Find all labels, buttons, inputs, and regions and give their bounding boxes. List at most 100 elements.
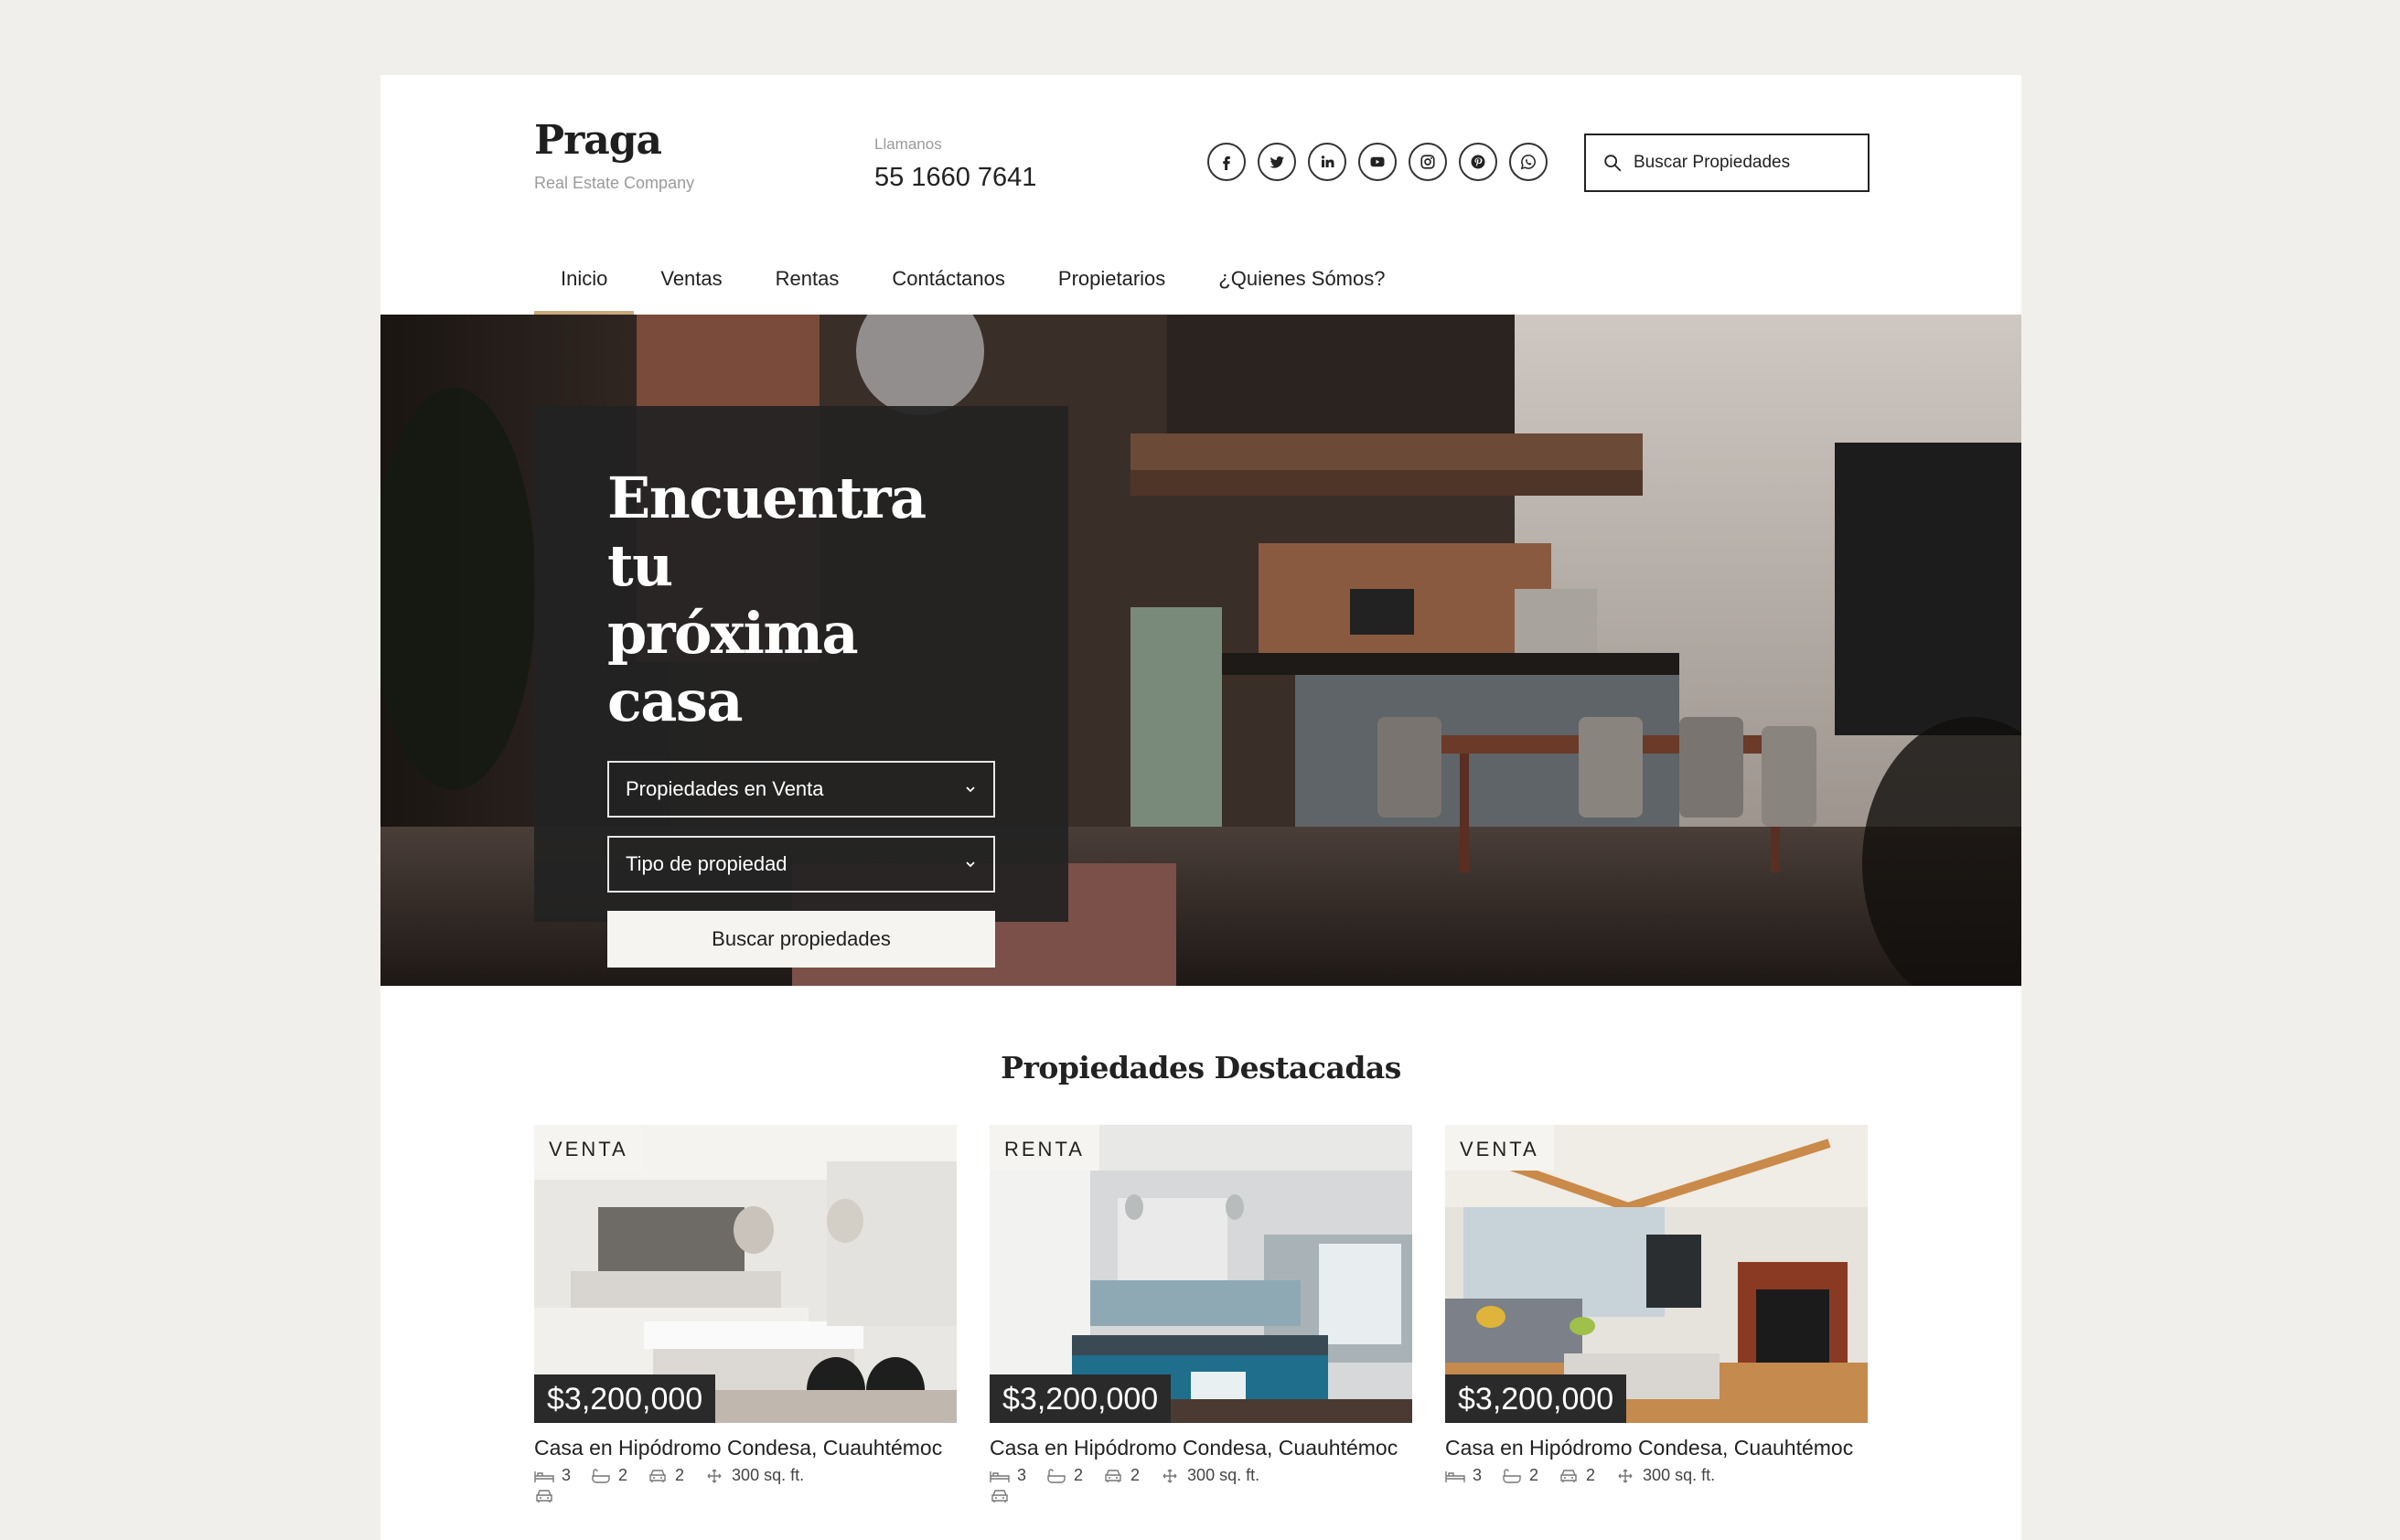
area-value: 300 sq. ft. bbox=[1643, 1466, 1716, 1484]
instagram-link[interactable] bbox=[1409, 143, 1447, 181]
extra-parking-feature bbox=[534, 1489, 554, 1503]
baths-feature: 2 bbox=[591, 1466, 627, 1485]
baths-feature: 2 bbox=[1046, 1466, 1083, 1485]
area-icon bbox=[1162, 1469, 1177, 1482]
area-feature: 300 sq. ft. bbox=[704, 1466, 804, 1485]
car-icon bbox=[536, 1490, 552, 1503]
linkedin-link[interactable] bbox=[1308, 143, 1346, 181]
property-title[interactable]: Casa en Hipódromo Condesa, Cuauhtémoc bbox=[534, 1436, 957, 1460]
property-features: 3 2 2 300 sq. ft. bbox=[990, 1466, 1301, 1503]
facebook-link[interactable] bbox=[1207, 143, 1246, 181]
beds-count: 3 bbox=[1473, 1466, 1483, 1484]
property-image[interactable]: VENTA $3,200,000 bbox=[534, 1125, 957, 1423]
listing-type-badge: VENTA bbox=[1445, 1125, 1554, 1171]
nav-item-contactanos[interactable]: Contáctanos bbox=[865, 256, 1032, 315]
contact-block: Llamanos 55 1660 7641 bbox=[874, 135, 1036, 193]
twitter-link[interactable] bbox=[1258, 143, 1296, 181]
whatsapp-link[interactable] bbox=[1509, 143, 1548, 181]
social-links bbox=[1207, 143, 1548, 181]
facebook-icon bbox=[1223, 156, 1230, 170]
property-title[interactable]: Casa en Hipódromo Condesa, Cuauhtémoc bbox=[990, 1436, 1412, 1460]
property-card[interactable]: VENTA $3,200,000 Casa en Hipódromo Conde… bbox=[1445, 1125, 1868, 1485]
car-icon bbox=[991, 1490, 1008, 1503]
linkedin-icon bbox=[1321, 155, 1334, 167]
parking-count: 2 bbox=[1130, 1466, 1141, 1484]
beds-count: 3 bbox=[562, 1466, 572, 1484]
property-title[interactable]: Casa en Hipódromo Condesa, Cuauhtémoc bbox=[1445, 1436, 1868, 1460]
property-card[interactable]: VENTA $3,200,000 Casa en Hipódromo Conde… bbox=[534, 1125, 957, 1503]
twitter-icon bbox=[1270, 156, 1284, 168]
extra-parking-feature bbox=[990, 1489, 1010, 1503]
chevron-down-icon bbox=[966, 786, 975, 793]
property-image[interactable]: VENTA $3,200,000 bbox=[1445, 1125, 1868, 1423]
bed-icon bbox=[1445, 1470, 1465, 1482]
contact-label: Llamanos bbox=[874, 135, 942, 153]
car-icon bbox=[1105, 1469, 1121, 1482]
listing-type-badge: RENTA bbox=[990, 1125, 1099, 1171]
operation-select-value: Propiedades en Venta bbox=[626, 777, 824, 800]
bath-icon bbox=[1047, 1468, 1066, 1483]
beds-feature: 3 bbox=[990, 1466, 1026, 1485]
property-price: $3,200,000 bbox=[990, 1374, 1172, 1423]
logo-name: Praga bbox=[534, 117, 662, 164]
logo-tagline: Real Estate Company bbox=[534, 174, 695, 192]
pinterest-icon bbox=[1471, 155, 1485, 169]
bed-icon bbox=[990, 1470, 1010, 1482]
search-icon bbox=[1604, 155, 1622, 172]
parking-feature: 2 bbox=[648, 1466, 684, 1485]
baths-count: 2 bbox=[1529, 1466, 1539, 1484]
baths-feature: 2 bbox=[1502, 1466, 1538, 1485]
property-card[interactable]: RENTA $3,200,000 Casa en Hipódromo Conde… bbox=[990, 1125, 1412, 1503]
hero-title-line-2: próxima casa bbox=[607, 600, 859, 734]
area-value: 300 sq. ft. bbox=[1187, 1466, 1260, 1484]
area-feature: 300 sq. ft. bbox=[1160, 1466, 1259, 1485]
area-icon bbox=[707, 1469, 722, 1482]
nav-item-ventas[interactable]: Ventas bbox=[634, 256, 748, 315]
logo[interactable]: Praga Real Estate Company bbox=[534, 121, 694, 193]
car-icon bbox=[1560, 1469, 1577, 1482]
property-type-select[interactable]: Tipo de propiedad bbox=[607, 836, 995, 893]
parking-feature: 2 bbox=[1103, 1466, 1140, 1485]
listing-type-badge: VENTA bbox=[534, 1125, 643, 1171]
youtube-link[interactable] bbox=[1358, 143, 1397, 181]
property-features: 3 2 2 300 sq. ft. bbox=[1445, 1466, 1756, 1485]
parking-feature: 2 bbox=[1559, 1466, 1595, 1485]
nav-item-inicio[interactable]: Inicio bbox=[534, 256, 635, 315]
beds-feature: 3 bbox=[1445, 1466, 1482, 1485]
property-price: $3,200,000 bbox=[1445, 1374, 1627, 1423]
car-icon bbox=[649, 1469, 666, 1482]
property-features: 3 2 2 300 sq. ft. bbox=[534, 1466, 845, 1503]
bath-icon bbox=[592, 1468, 610, 1483]
youtube-icon bbox=[1370, 156, 1385, 167]
whatsapp-icon bbox=[1520, 155, 1536, 170]
search-input[interactable] bbox=[1634, 153, 1862, 173]
bath-icon bbox=[1503, 1468, 1521, 1483]
page-container: Praga Real Estate Company Llamanos 55 16… bbox=[380, 75, 2021, 1540]
baths-count: 2 bbox=[1074, 1466, 1084, 1484]
property-price: $3,200,000 bbox=[534, 1374, 716, 1423]
parking-count: 2 bbox=[1586, 1466, 1596, 1484]
main-nav: Inicio Ventas Rentas Contáctanos Propiet… bbox=[534, 256, 1411, 315]
property-image[interactable]: RENTA $3,200,000 bbox=[990, 1125, 1412, 1423]
pinterest-link[interactable] bbox=[1459, 143, 1497, 181]
nav-item-rentas[interactable]: Rentas bbox=[749, 256, 866, 315]
nav-item-quienes-somos[interactable]: ¿Quienes Sómos? bbox=[1192, 256, 1411, 315]
area-icon bbox=[1618, 1469, 1633, 1482]
hero-search-card: Encuentra tu próxima casa Propiedades en… bbox=[534, 406, 1068, 968]
hero-banner: Encuentra tu próxima casa Propiedades en… bbox=[380, 315, 2021, 986]
beds-feature: 3 bbox=[534, 1466, 571, 1485]
search-properties-button[interactable]: Buscar propiedades bbox=[607, 911, 995, 968]
search-box[interactable] bbox=[1584, 134, 1870, 192]
baths-count: 2 bbox=[618, 1466, 628, 1484]
nav-item-propietarios[interactable]: Propietarios bbox=[1032, 256, 1192, 315]
property-type-select-value: Tipo de propiedad bbox=[626, 852, 788, 875]
contact-phone[interactable]: 55 1660 7641 bbox=[874, 163, 1036, 193]
featured-title: Propiedades Destacadas bbox=[1001, 1050, 1401, 1085]
chevron-down-icon bbox=[966, 861, 975, 868]
hero-title-line-1: Encuentra tu bbox=[607, 465, 927, 599]
operation-select[interactable]: Propiedades en Venta bbox=[607, 761, 995, 818]
bed-icon bbox=[534, 1470, 554, 1482]
hero-title: Encuentra tu próxima casa bbox=[607, 465, 995, 735]
beds-count: 3 bbox=[1017, 1466, 1027, 1484]
area-feature: 300 sq. ft. bbox=[1615, 1466, 1715, 1485]
